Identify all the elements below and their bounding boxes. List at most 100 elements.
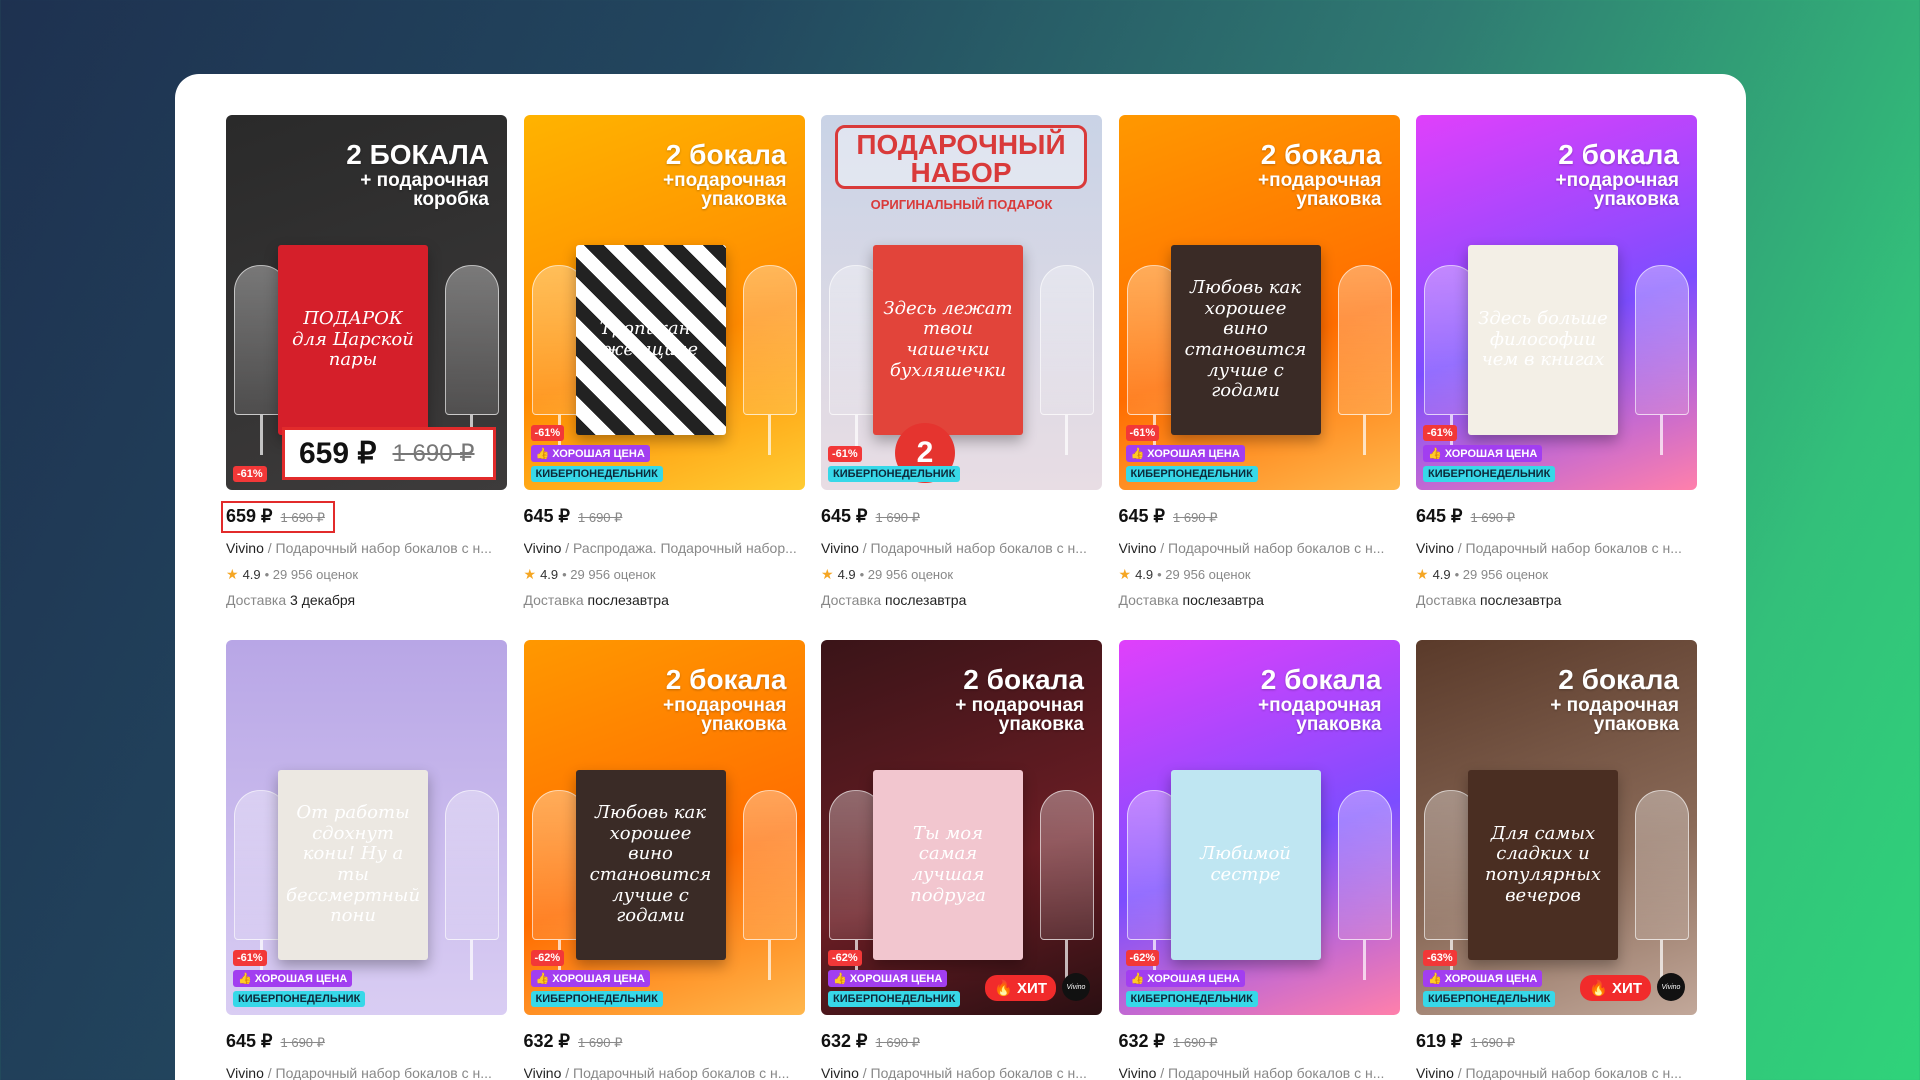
old-price: 1 690 ₽ <box>280 1035 325 1050</box>
wine-glass-right <box>1635 265 1689 415</box>
good-price-badge: 👍 ХОРОШАЯ ЦЕНА <box>1423 970 1543 987</box>
badge-stack: -62% 👍 ХОРОШАЯ ЦЕНА КИБЕРПОНЕДЕЛЬНИК <box>828 950 961 1007</box>
product-card[interactable]: От работы сдохнут кони! Ну а ты бессмерт… <box>226 640 507 1080</box>
product-name: / Подарочный набор бокалов с н... <box>1156 1065 1385 1080</box>
star-icon: ★ <box>1416 566 1429 582</box>
cyber-monday-badge: КИБЕРПОНЕДЕЛЬНИК <box>828 991 961 1007</box>
product-title[interactable]: Vivino / Подарочный набор бокалов с н... <box>524 1065 805 1080</box>
headline-line-1: 2 бокала <box>1260 139 1382 170</box>
price-row: 645 ₽ 1 690 ₽ <box>1119 506 1400 528</box>
product-card[interactable]: 2 бокала +подарочная упаковка Любовь как … <box>1118 115 1400 640</box>
product-card[interactable]: 2 бокала +подарочная упаковка Любовь как … <box>523 640 805 1080</box>
headline-line-2: +подарочная <box>1258 170 1382 191</box>
product-card[interactable]: 2 бокала +подарочная упаковка Здесь больш… <box>1416 115 1697 640</box>
seller-link[interactable]: Vivino <box>1119 540 1157 556</box>
product-image[interactable]: 2 бокала + подарочная упаковка Для самых … <box>1416 640 1697 1015</box>
product-title[interactable]: Vivino / Подарочный набор бокалов с н... <box>226 1065 507 1080</box>
seller-link[interactable]: Vivino <box>821 540 859 556</box>
product-image[interactable]: 2 БОКАЛА + подарочная коробка ПОДАРОК для… <box>226 115 507 490</box>
old-price: 1 690 ₽ <box>280 510 325 525</box>
gift-box-text: Любовь как хорошее вино становится лучше… <box>1184 276 1307 402</box>
reviews-count: • 29 956 оценок <box>1157 567 1251 582</box>
cyber-monday-badge: КИБЕРПОНЕДЕЛЬНИК <box>530 991 663 1007</box>
discount-badge: -62% <box>828 950 862 966</box>
product-headline: 2 БОКАЛА + подарочная коробка <box>346 141 489 210</box>
cyber-monday-badge: КИБЕРПОНЕДЕЛЬНИК <box>1125 466 1258 482</box>
price-row: 659 ₽ 1 690 ₽ <box>221 501 335 533</box>
current-price: 632 ₽ <box>821 1031 868 1051</box>
gift-box: Здесь лежат твои чашечки бухляшечки <box>873 245 1023 435</box>
current-price: 645 ₽ <box>821 506 868 526</box>
product-headline: 2 бокала +подарочная упаковка <box>1258 139 1382 210</box>
seller-link[interactable]: Vivino <box>524 1065 562 1080</box>
product-image[interactable]: 2 бокала +подарочная упаковка Любовь как … <box>523 640 805 1015</box>
product-name: / Подарочный набор бокалов с н... <box>1453 1065 1682 1080</box>
product-card[interactable]: ПОДАРОЧНЫЙ НАБОР ОРИГИНАЛЬНЫЙ ПОДАРОК Здес… <box>821 115 1102 640</box>
seller-link[interactable]: Vivino <box>1416 1065 1454 1080</box>
delivery-info: Доставка 3 декабря <box>226 592 507 608</box>
delivery-date: 3 декабря <box>290 592 356 608</box>
product-title[interactable]: Vivino / Подарочный набор бокалов с н... <box>1119 1065 1400 1080</box>
wine-glass-right <box>742 265 797 415</box>
product-image[interactable]: 2 бокала +подарочная упаковка Любимой сес… <box>1118 640 1400 1015</box>
good-price-label: ХОРОШАЯ ЦЕНА <box>849 972 943 985</box>
delivery-date: послезавтра <box>885 592 967 608</box>
product-title[interactable]: Vivino / Подарочный набор бокалов с н... <box>1416 1065 1697 1080</box>
gift-box-text: Ты моя самая лучшая подруга <box>910 822 986 906</box>
glass-stem-right <box>1065 415 1068 455</box>
product-name: / Подарочный набор бокалов с н... <box>1156 540 1385 556</box>
cyber-monday-badge: КИБЕРПОНЕДЕЛЬНИК <box>233 991 366 1007</box>
product-title[interactable]: Vivino / Подарочный набор бокалов с н... <box>1119 540 1400 556</box>
price-row: 632 ₽ 1 690 ₽ <box>1119 1031 1400 1053</box>
product-image[interactable]: 2 бокала + подарочная упаковка Ты моя сам… <box>821 640 1102 1015</box>
product-title[interactable]: Vivino / Подарочный набор бокалов с н... <box>226 540 507 556</box>
product-image[interactable]: От работы сдохнут кони! Ну а ты бессмерт… <box>226 640 507 1015</box>
badge-stack: -61% <box>233 466 267 482</box>
product-title[interactable]: Vivino / Подарочный набор бокалов с н... <box>821 540 1102 556</box>
cyber-monday-badge: КИБЕРПОНЕДЕЛЬНИК <box>828 466 961 482</box>
seller-link[interactable]: Vivino <box>226 540 264 556</box>
product-card[interactable]: 2 бокала +подарочная упаковка Тропикано ж… <box>523 115 805 640</box>
gift-box: ПОДАРОК для Царской пары <box>278 245 428 435</box>
good-price-label: ХОРОШАЯ ЦЕНА <box>1147 447 1240 460</box>
product-card[interactable]: 2 БОКАЛА + подарочная коробка ПОДАРОК для… <box>221 115 507 640</box>
rating: ★ 4.9 • 29 956 оценок <box>1119 566 1400 583</box>
product-headline: 2 бокала +подарочная упаковка <box>663 141 786 210</box>
product-card[interactable]: 2 бокала + подарочная упаковка Для самых … <box>1416 640 1697 1080</box>
seller-link[interactable]: Vivino <box>821 1065 859 1080</box>
product-grid: 2 БОКАЛА + подарочная коробка ПОДАРОК для… <box>221 115 1697 1080</box>
product-headline: 2 бокала +подарочная упаковка <box>1258 666 1381 735</box>
gift-box: Любовь как хорошее вино становится лучше… <box>575 770 726 960</box>
headline-line-2: + подарочная <box>1550 695 1679 716</box>
product-card[interactable]: 2 бокала +подарочная упаковка Любимой сес… <box>1118 640 1400 1080</box>
product-image[interactable]: 2 бокала +подарочная упаковка Здесь больш… <box>1416 115 1697 490</box>
seller-link[interactable]: Vivino <box>1416 540 1454 556</box>
product-card[interactable]: 2 бокала + подарочная упаковка Ты моя сам… <box>821 640 1102 1080</box>
thumbs-up-icon: 👍 <box>833 973 847 985</box>
seller-link[interactable]: Vivino <box>226 1065 264 1080</box>
rating: ★ 4.9 • 29 956 оценок <box>226 566 507 583</box>
delivery-label: Доставка <box>226 592 287 608</box>
brand-logo: Vivino <box>1657 973 1685 1001</box>
gift-box-text: От работы сдохнут кони! Ну а ты бессмерт… <box>285 801 421 927</box>
product-image[interactable]: 2 бокала +подарочная упаковка Тропикано ж… <box>523 115 805 490</box>
price-row: 619 ₽ 1 690 ₽ <box>1416 1031 1697 1053</box>
reviews-count: • 29 956 оценок <box>264 567 359 582</box>
product-title[interactable]: Vivino / Распродажа. Подарочный набор... <box>524 540 805 556</box>
product-image[interactable]: ПОДАРОЧНЫЙ НАБОР ОРИГИНАЛЬНЫЙ ПОДАРОК Здес… <box>821 115 1102 490</box>
delivery-label: Доставка <box>523 592 584 608</box>
seller-link[interactable]: Vivino <box>524 540 562 556</box>
seller-link[interactable]: Vivino <box>1119 1065 1157 1080</box>
price-row: 645 ₽ 1 690 ₽ <box>226 1031 507 1053</box>
product-name: / Подарочный набор бокалов с н... <box>263 1065 492 1080</box>
headline-line-1: 2 бокала <box>1558 139 1679 170</box>
product-title[interactable]: Vivino / Подарочный набор бокалов с н... <box>821 1065 1102 1080</box>
product-image[interactable]: 2 бокала +подарочная упаковка Любовь как … <box>1118 115 1400 490</box>
product-title[interactable]: Vivino / Подарочный набор бокалов с н... <box>1416 540 1697 556</box>
wine-glass-right <box>1040 265 1094 415</box>
old-price: 1 690 ₽ <box>875 510 920 525</box>
price-row: 632 ₽ 1 690 ₽ <box>821 1031 1102 1053</box>
price-row: 645 ₽ 1 690 ₽ <box>821 506 1102 528</box>
overlay-price: 659 ₽ <box>299 437 377 470</box>
discount-badge: -61% <box>828 446 862 462</box>
